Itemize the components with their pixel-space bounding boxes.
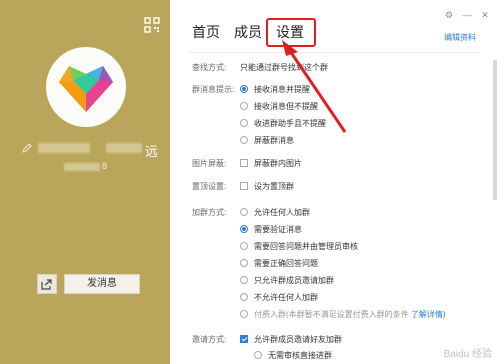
share-icon (41, 279, 52, 290)
watermark: Baidu 经验 (443, 349, 492, 360)
group-settings-panel: ⚙ — ✕ 首页 成员 设置 编辑资料 查找方式: 只能通过群号找到这个群 群消… (170, 0, 500, 364)
group-number-tail: 8 (102, 161, 108, 171)
heart-logo-icon (59, 66, 113, 112)
blurred-group-number (64, 163, 100, 171)
blurred-nickname (38, 143, 90, 153)
edit-pencil-icon[interactable] (22, 143, 32, 153)
qr-code-icon[interactable] (144, 17, 160, 33)
blurred-nickname-2 (106, 143, 142, 153)
share-button[interactable] (37, 274, 57, 294)
group-name-tail: 远 (145, 144, 159, 159)
profile-panel: 远 8 发消息 (0, 0, 170, 364)
group-avatar[interactable] (46, 47, 126, 127)
annotation-arrow (282, 40, 347, 133)
send-message-button[interactable]: 发消息 (64, 274, 140, 294)
